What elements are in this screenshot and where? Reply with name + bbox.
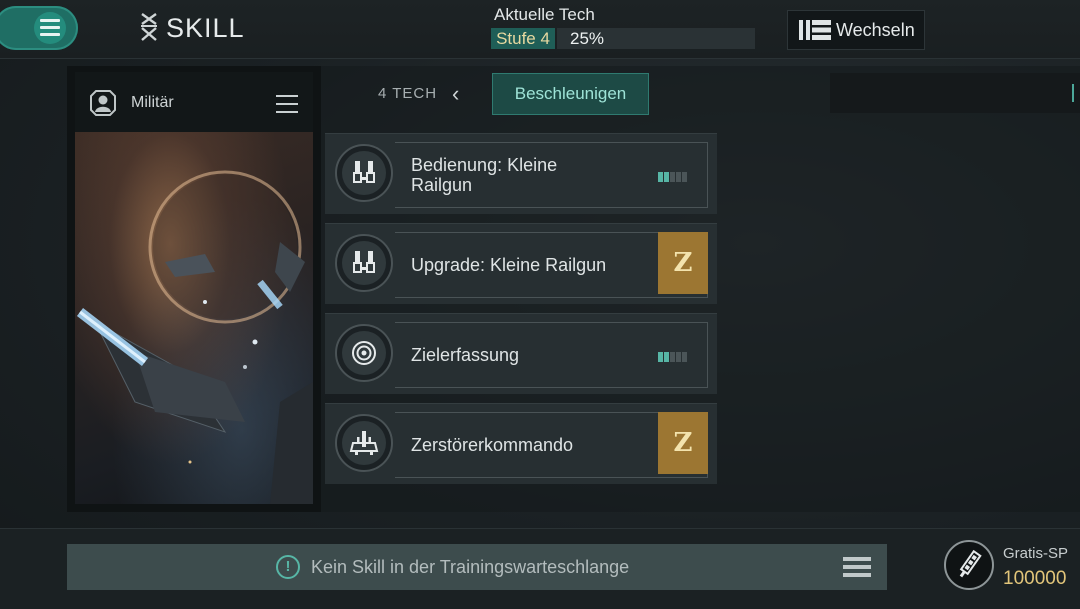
skill-badge: Z [658,232,708,294]
skill-row-zielerfassung[interactable]: Zielerfassung [325,313,717,394]
category-menu-icon[interactable] [276,95,298,119]
skill-icon-ring [335,144,393,202]
skill-icon-ring [335,324,393,382]
skill-name: Upgrade: Kleine Railgun [411,255,607,275]
switch-button[interactable]: Wechseln [787,10,925,50]
skill-badge: Z [658,412,708,474]
free-sp-label: Gratis-SP [1003,545,1069,562]
switch-button-label: Wechseln [836,20,915,40]
skill-name: Zielerfassung [411,345,520,365]
filter-cursor [1072,84,1074,102]
skill-name: Zerstörerkommando [411,435,574,455]
training-queue-message: Kein Skill in der Trainingswarteschlange [311,557,630,577]
category-label: Militär [131,94,174,111]
railgun-icon [353,251,375,273]
tech-level-badge: Stufe 4 [491,28,555,49]
skill-name: Bedienung: Kleine Railgun [411,155,558,195]
skill-icon-ring [335,234,393,292]
chevron-left-icon[interactable]: ‹ [452,81,459,107]
skill-row-zerstoererkommando[interactable]: Zerstörerkommando Z [325,403,717,484]
current-tech-label: Aktuelle Tech [494,5,595,24]
skill-row-upgrade-kleine-railgun[interactable]: Upgrade: Kleine Railgun Z [325,223,717,304]
hamburger-icon [40,19,60,40]
skill-row-bedienung-kleine-railgun[interactable]: Bedienung: Kleine Railgun [325,133,717,214]
main-menu-button[interactable] [0,6,78,50]
target-icon [352,341,376,365]
category-artwork [75,132,313,504]
free-sp-value: 100000 [1003,568,1067,589]
skill-injector-button[interactable] [944,540,994,590]
list-grid-icon [799,20,831,40]
dna-icon [141,13,157,41]
filter-field[interactable] [830,73,1080,113]
destroyer-icon [349,431,379,455]
skill-level-indicator [658,349,688,367]
skill-icon-ring [335,414,393,472]
tech-count-label: 4 TECH [378,85,438,102]
military-icon [90,90,116,116]
queue-menu-icon[interactable] [843,557,871,581]
exclamation-icon: ! [276,555,300,579]
skill-level-indicator [658,169,688,187]
tech-progress-percent: 25% [570,29,605,48]
injector-icon [959,549,982,578]
railgun-icon [353,161,375,183]
tab-beschleunigen[interactable]: Beschleunigen [492,73,649,115]
page-title: SKILL [166,13,245,43]
